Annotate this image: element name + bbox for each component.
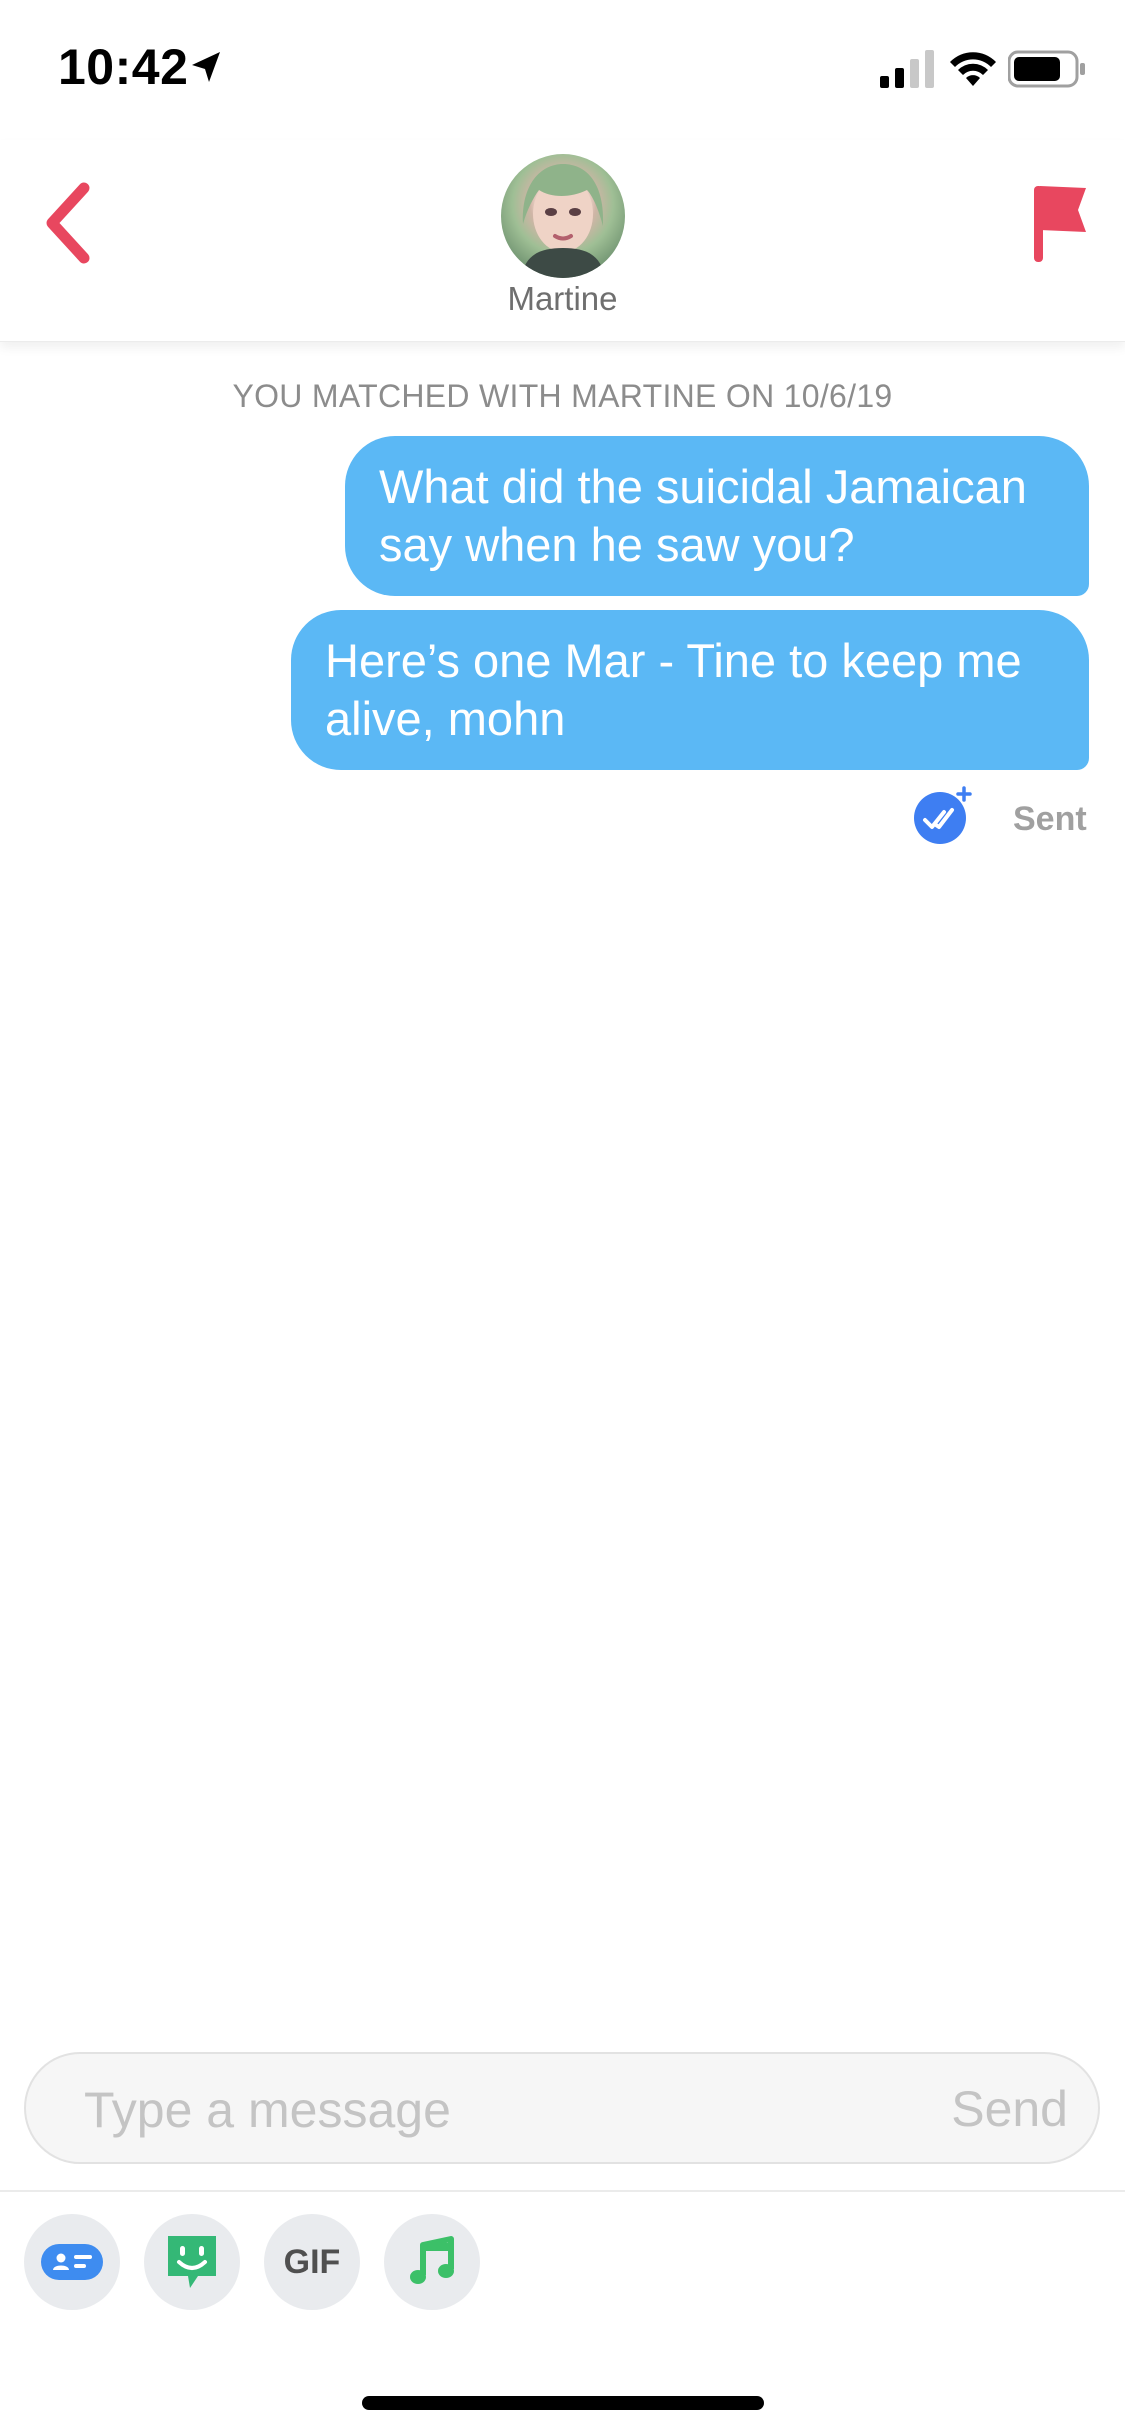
message-input[interactable] [84, 2074, 904, 2146]
message-bubble[interactable]: What did the suicidal Jamaican say when … [345, 436, 1089, 596]
message-card-icon [41, 2244, 103, 2280]
message-bubble[interactable]: Here’s one Mar - Tine to keep me alive, … [291, 610, 1089, 770]
home-indicator[interactable] [362, 2396, 764, 2410]
message-composer: Send [24, 2052, 1100, 2164]
sticker-icon [168, 2236, 216, 2288]
contact-name: Martine [507, 280, 618, 317]
chat-header: Martine [0, 140, 1125, 342]
profile-photo [521, 164, 605, 278]
read-receipt-icon[interactable] [912, 786, 972, 846]
back-button[interactable] [38, 178, 98, 268]
battery-icon [1008, 50, 1085, 88]
toolbar-divider [0, 2190, 1125, 2192]
location-arrow-icon [192, 52, 220, 82]
avatar[interactable] [501, 154, 625, 278]
gif-icon: GIF [283, 2242, 341, 2281]
send-button[interactable]: Send [951, 2080, 1068, 2138]
cell-signal-icon [880, 50, 934, 88]
status-bar: 10:42 [0, 0, 1125, 140]
chat-screen: 10:42 Martine YOU MATCHED WITH MARTINE O… [0, 0, 1125, 2436]
wifi-icon [950, 52, 996, 86]
sticker-button[interactable] [144, 2214, 240, 2310]
gif-button[interactable]: GIF [264, 2214, 360, 2310]
message-card-button[interactable] [24, 2214, 120, 2310]
music-note-icon [410, 2236, 454, 2284]
status-time: 10:42 [58, 39, 189, 95]
music-button[interactable] [384, 2214, 480, 2310]
match-info: YOU MATCHED WITH MARTINE ON 10/6/19 [232, 378, 893, 414]
sent-status: Sent [1013, 800, 1087, 838]
report-flag-button[interactable] [1026, 180, 1092, 266]
